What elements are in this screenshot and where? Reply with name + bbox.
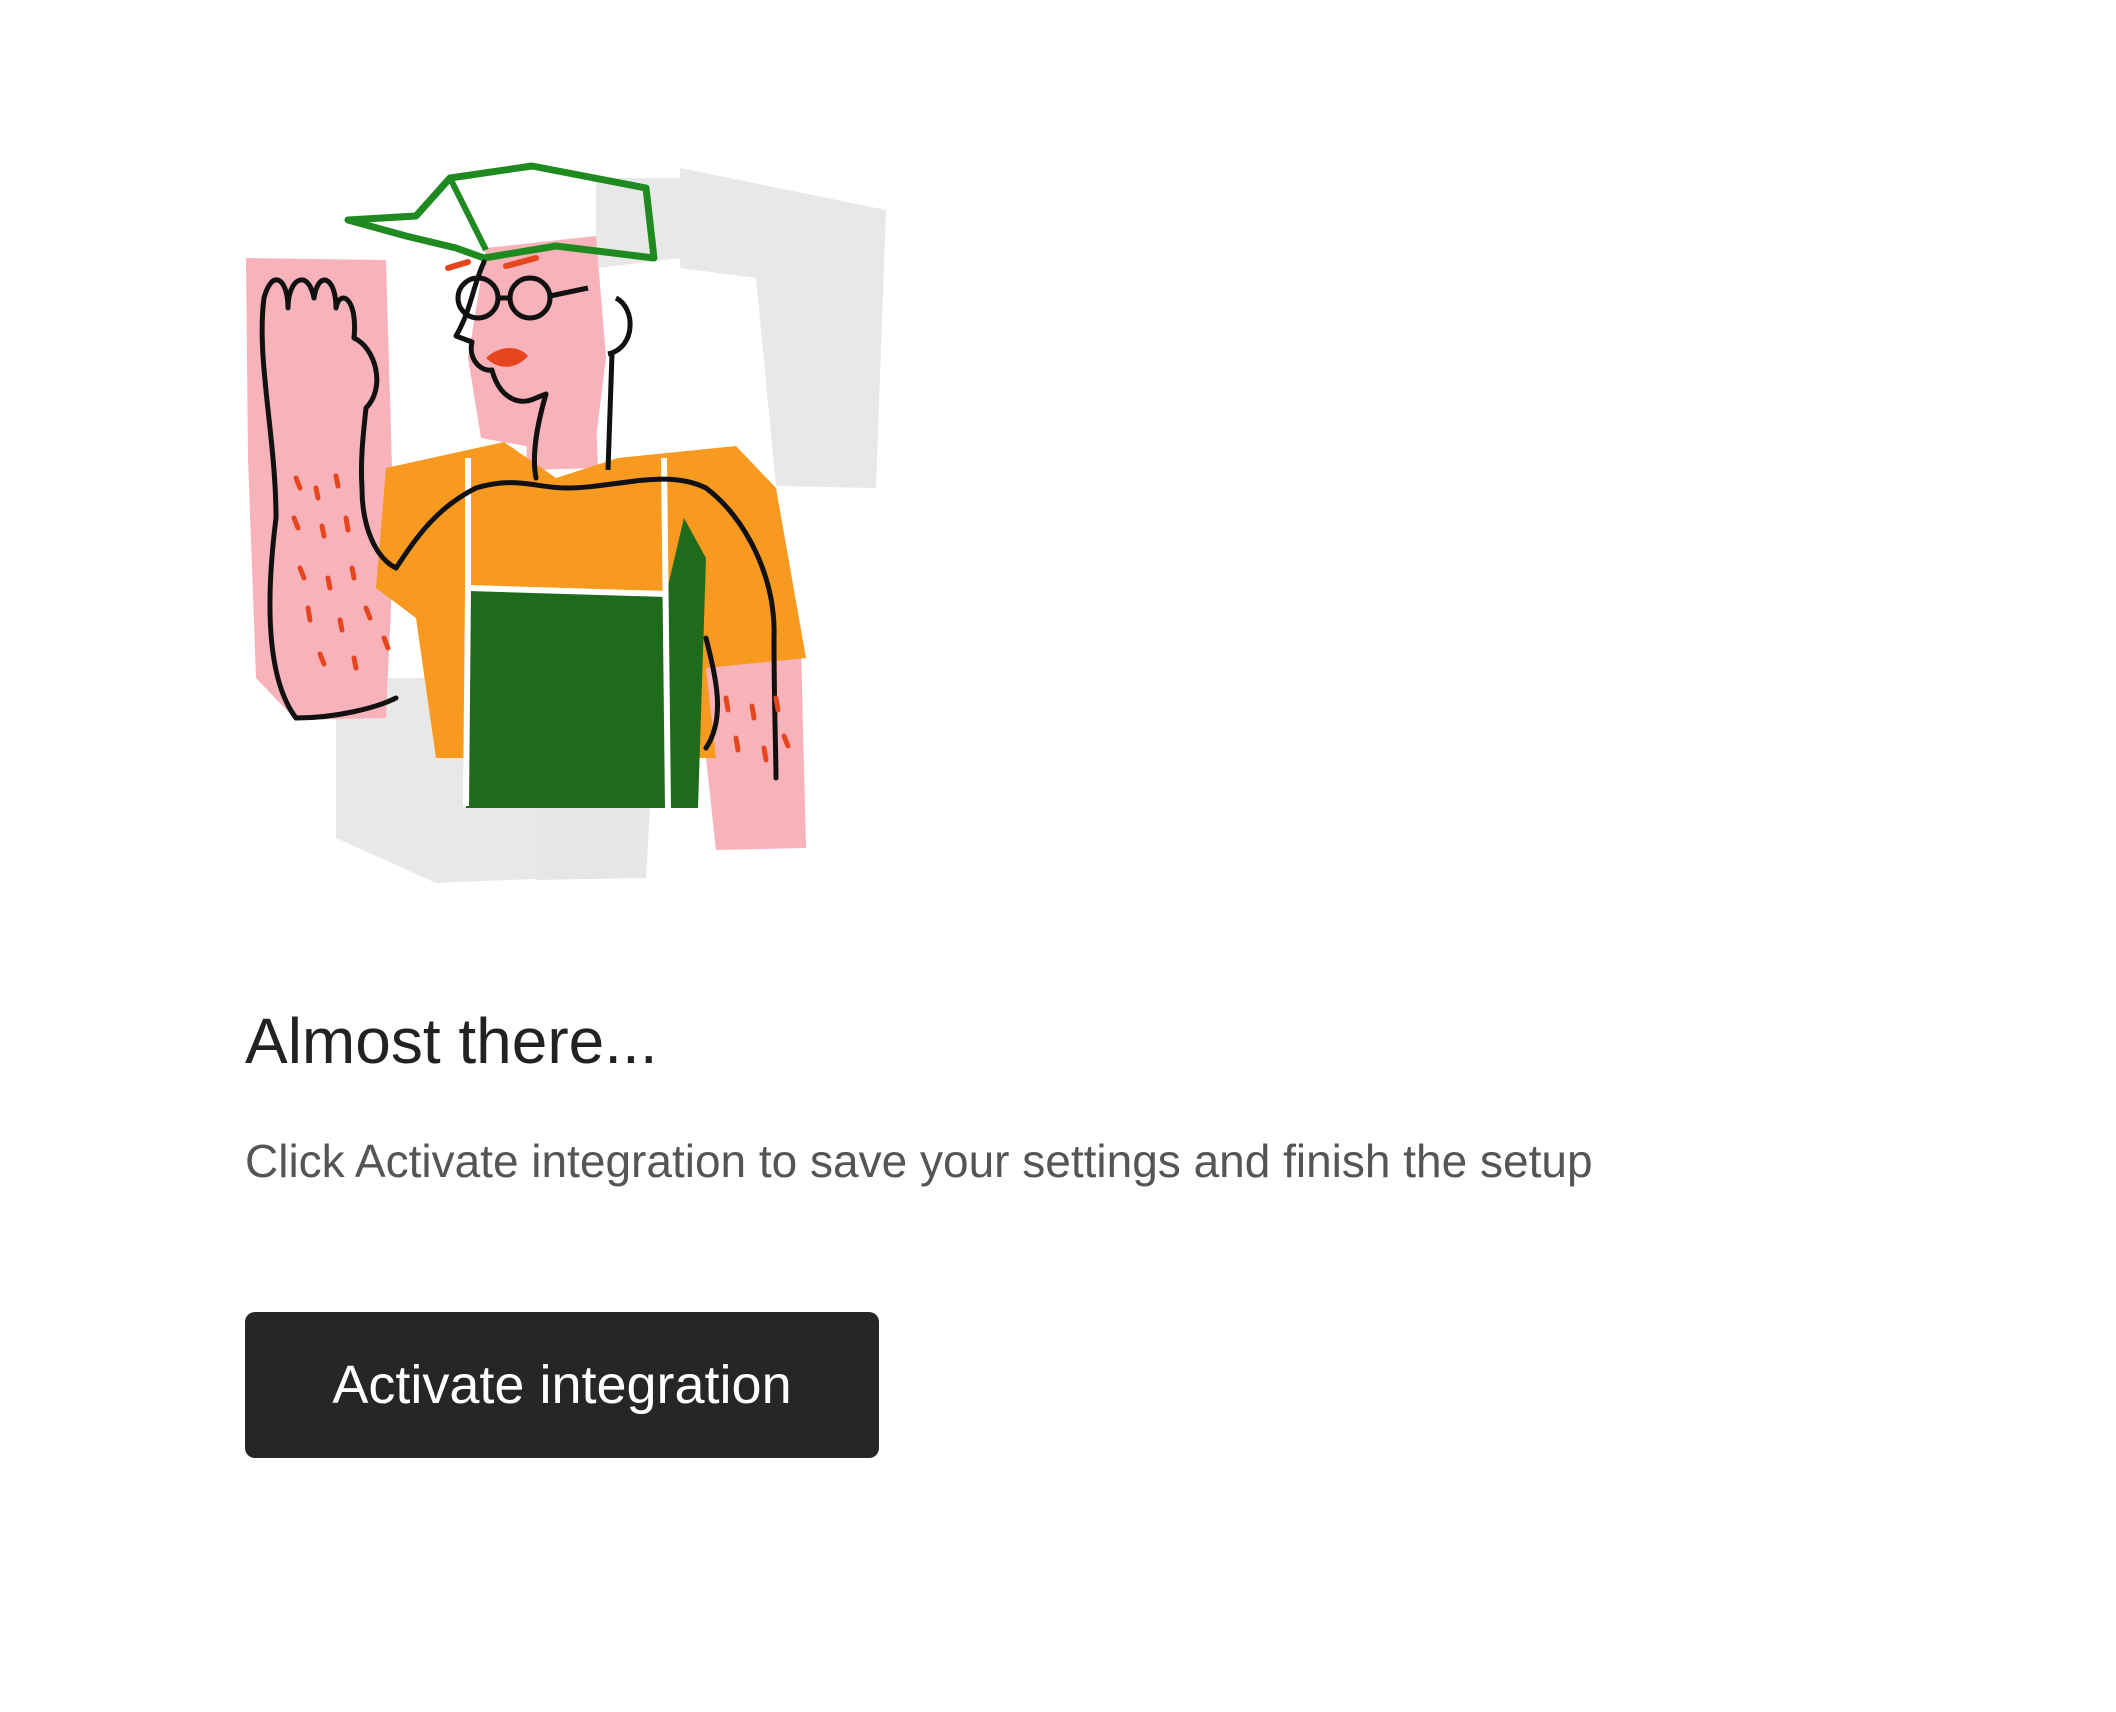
activate-integration-label: Activate integration <box>332 1355 792 1415</box>
page-title: Almost there... <box>245 1005 658 1077</box>
integration-setup-panel: Almost there... Click Activate integrati… <box>0 0 2116 1712</box>
setup-description: Click Activate integration to save your … <box>245 1135 1593 1187</box>
waving-worker-illustration <box>236 158 892 888</box>
activate-integration-button[interactable]: Activate integration <box>245 1312 879 1458</box>
